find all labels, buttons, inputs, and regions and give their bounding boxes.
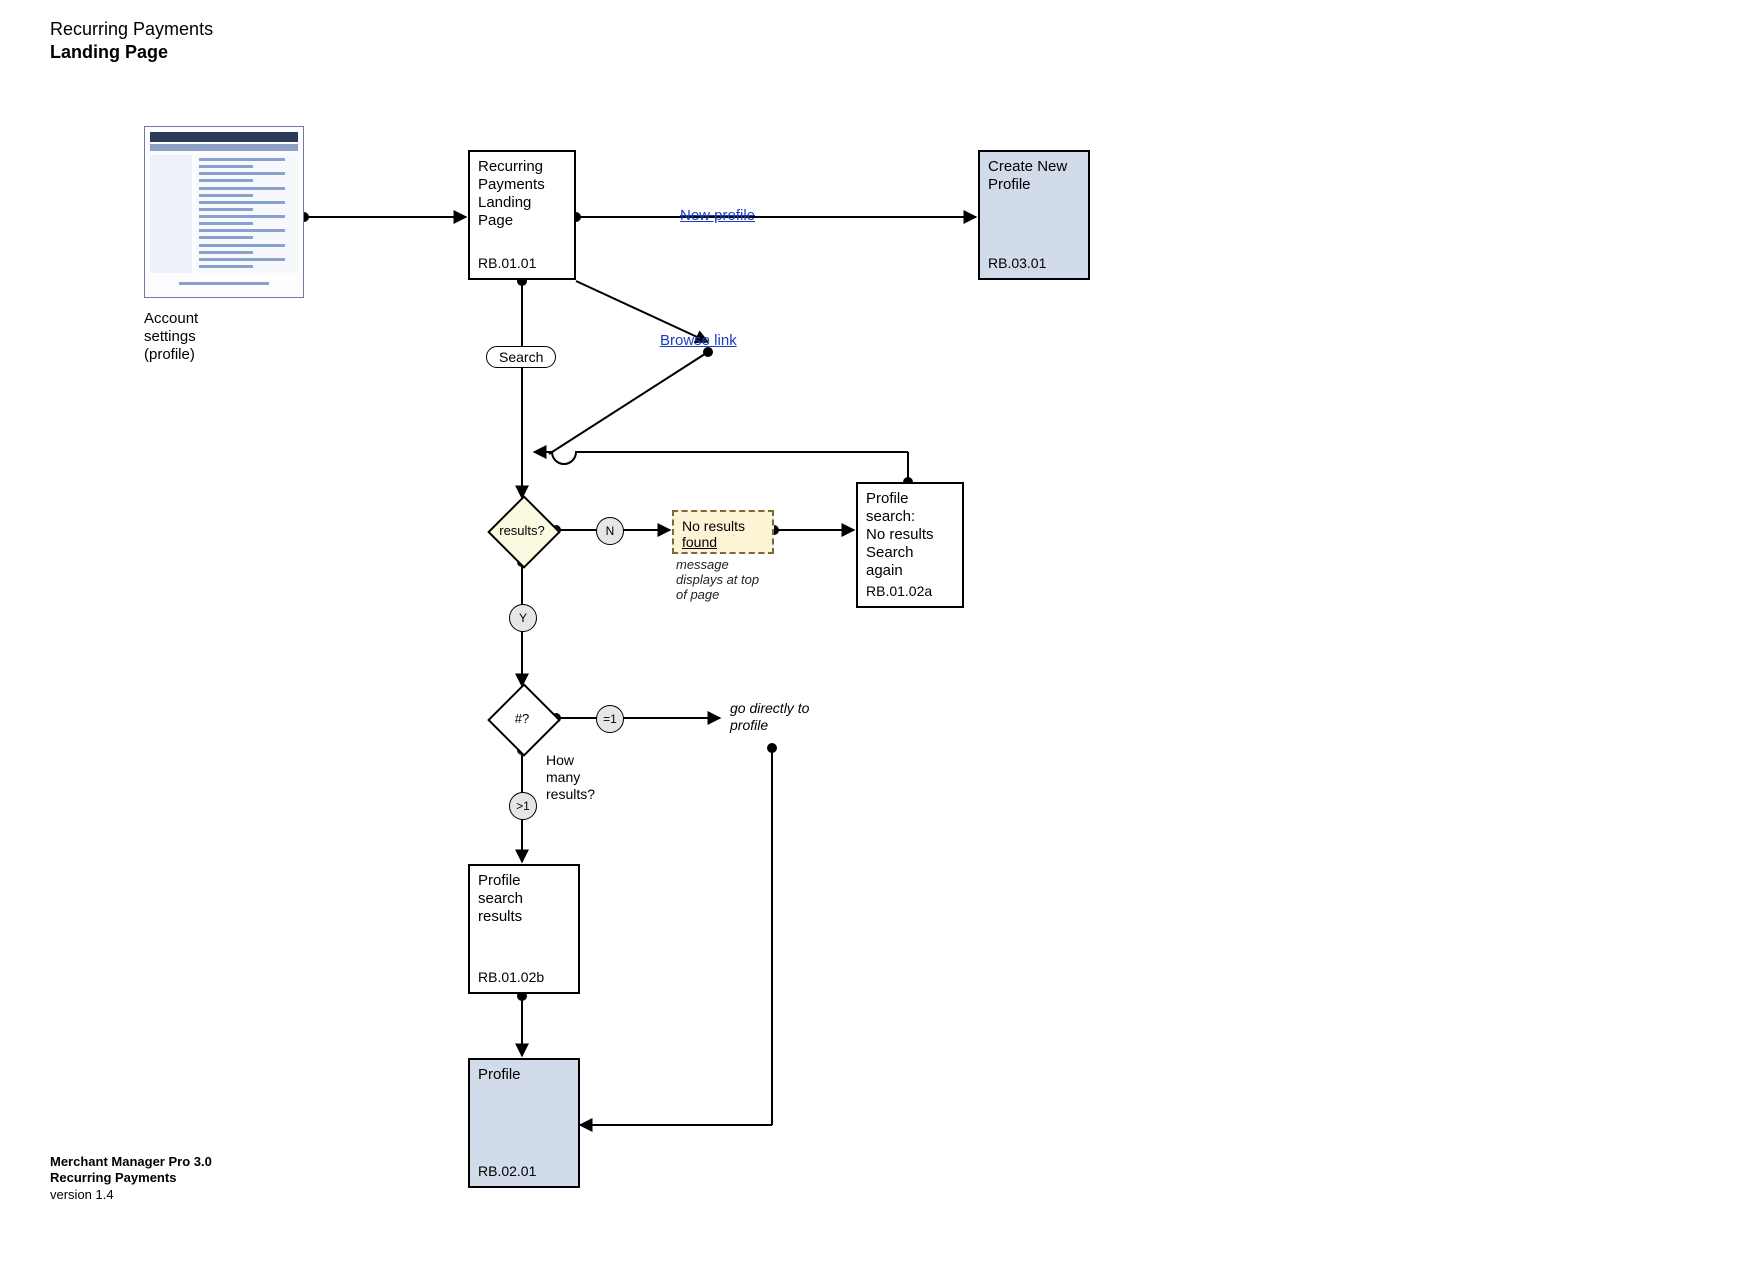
node-profile-id: RB.02.01 [478, 1163, 536, 1180]
thumbnail-caption: Account settings (profile) [144, 310, 198, 364]
note-caption: message displays at top of page [676, 558, 759, 603]
account-settings-thumbnail [144, 126, 304, 298]
page-title-line1: Recurring Payments [50, 18, 213, 41]
page-footer-block: Merchant Manager Pro 3.0 Recurring Payme… [50, 1154, 212, 1203]
flow-diagram-canvas: Recurring Payments Landing Page Merchant… [0, 0, 1740, 1280]
footer-line1: Merchant Manager Pro 3.0 [50, 1154, 212, 1170]
search-action-pill: Search [486, 346, 556, 368]
badge-yes: Y [509, 604, 537, 632]
node-no-results-page: Profile search: No results Search again … [856, 482, 964, 608]
decision-count-caption: How many results? [546, 752, 595, 802]
node-landing-page: Recurring Payments Landing Page RB.01.01 [468, 150, 576, 280]
footer-line2: Recurring Payments [50, 1170, 212, 1186]
node-create-new-profile: Create New Profile RB.03.01 [978, 150, 1090, 280]
edge-label-browse-link: Browse link [660, 332, 737, 349]
decision-results: results? [490, 498, 554, 562]
decision-count: #? [490, 686, 554, 750]
footer-line3: version 1.4 [50, 1187, 212, 1203]
label-go-directly: go directly to profile [730, 700, 809, 734]
node-search-results: Profile search results RB.01.02b [468, 864, 580, 994]
page-title-line2: Landing Page [50, 41, 213, 64]
node-create-profile-id: RB.03.01 [988, 255, 1046, 272]
badge-no: N [596, 517, 624, 545]
node-landing-id: RB.01.01 [478, 255, 536, 272]
edge-label-new-profile: New profile [680, 207, 755, 224]
node-profile: Profile RB.02.01 [468, 1058, 580, 1188]
badge-eq1: =1 [596, 705, 624, 733]
note-no-results: No results found [672, 510, 774, 554]
page-title-block: Recurring Payments Landing Page [50, 18, 213, 63]
node-search-results-id: RB.01.02b [478, 969, 544, 986]
decision-count-label: #? [490, 686, 554, 750]
decision-results-label: results? [490, 498, 554, 562]
node-no-results-id: RB.01.02a [866, 583, 932, 600]
badge-gt1: >1 [509, 792, 537, 820]
